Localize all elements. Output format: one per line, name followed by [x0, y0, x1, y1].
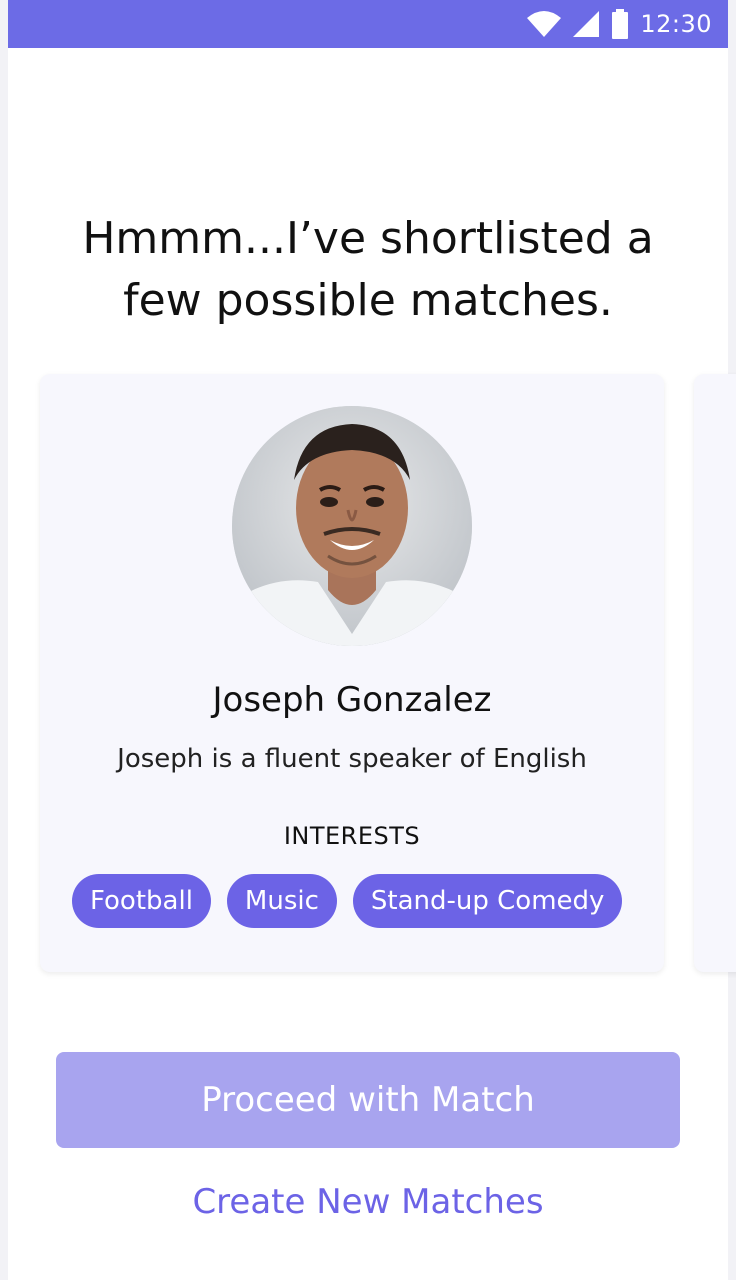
- create-new-matches-link[interactable]: Create New Matches: [56, 1182, 680, 1222]
- match-name: Joseph Gonzalez: [212, 680, 492, 720]
- match-description: Joseph is a fluent speaker of English: [117, 744, 587, 774]
- status-time: 12:30: [640, 10, 712, 38]
- proceed-with-match-button[interactable]: Proceed with Match: [56, 1052, 680, 1148]
- avatar: [232, 406, 472, 646]
- match-card[interactable]: Joseph Gonzalez Joseph is a fluent speak…: [40, 374, 664, 972]
- interest-chips: Football Music Stand-up Comedy: [72, 874, 623, 928]
- profile-photo: [232, 406, 472, 646]
- interest-chip-football: Football: [72, 874, 211, 928]
- next-match-card[interactable]: [694, 374, 736, 972]
- page-title: Hmmm...I’ve shortlisted a few possible m…: [82, 213, 654, 326]
- signal-icon: [573, 11, 600, 37]
- interest-chip-stand-up-comedy: Stand-up Comedy: [352, 874, 623, 928]
- status-icons: 12:30: [526, 8, 712, 40]
- interest-chip-music: Music: [226, 874, 337, 928]
- screen-edge-left: [0, 0, 8, 1280]
- interests-heading: INTERESTS: [283, 822, 421, 850]
- status-bar: 12:30: [8, 0, 728, 48]
- battery-icon: [612, 9, 629, 39]
- wifi-icon: [527, 11, 562, 37]
